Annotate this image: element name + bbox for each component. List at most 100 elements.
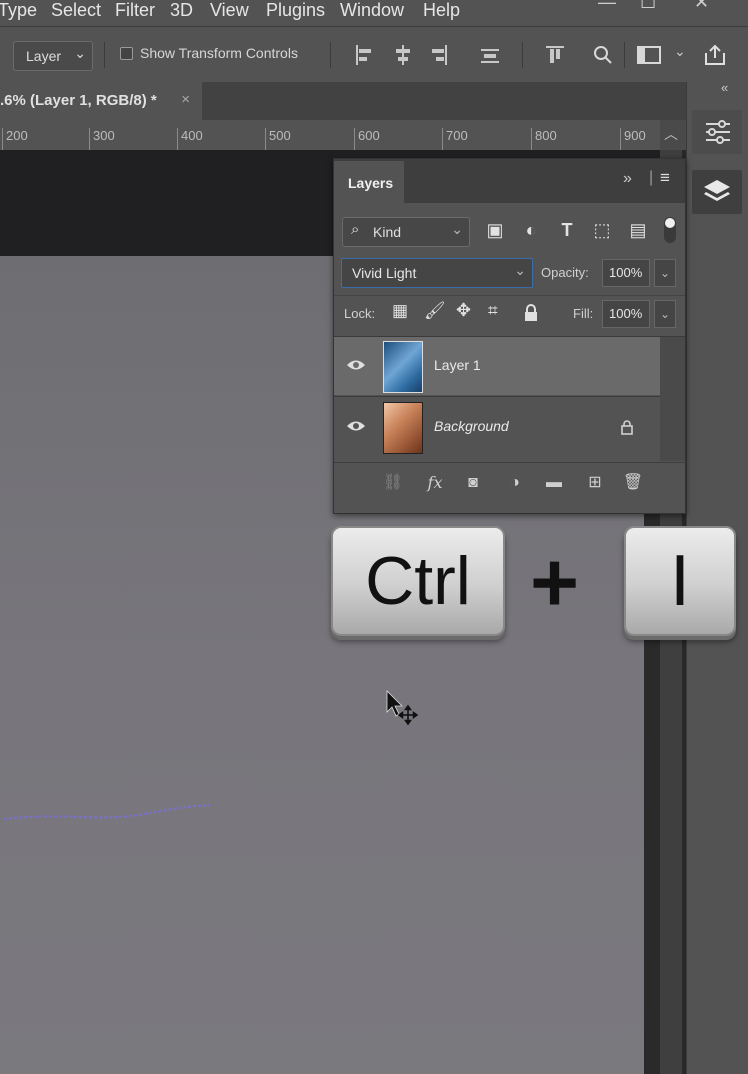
adjustments-sliders-icon [706, 120, 730, 144]
align-right-icon[interactable] [429, 43, 449, 67]
scroll-up-icon[interactable]: ︿ [664, 124, 678, 144]
ctrl-key-label: Ctrl [365, 543, 471, 619]
adjustment-filter-icon[interactable]: ◐ [520, 219, 542, 241]
close-window-icon[interactable]: ✕ [694, 0, 709, 13]
chevron-down-icon[interactable]: ⌄ [674, 43, 686, 60]
separator [330, 42, 331, 68]
expand-panel-icon[interactable]: » [623, 170, 632, 188]
ruler-tick: 900 [620, 128, 646, 150]
i-key: I [624, 526, 736, 636]
tab-layers-label: Layers [348, 175, 394, 191]
workspace-icon[interactable] [636, 43, 662, 67]
lock-all-icon[interactable] [523, 304, 539, 322]
divider [334, 396, 660, 397]
show-transform-checkbox[interactable] [120, 47, 133, 60]
layers-panel-button[interactable] [692, 170, 742, 214]
menu-window[interactable]: Window [340, 0, 404, 20]
minimize-icon[interactable]: — [598, 0, 616, 13]
distribute-icon[interactable] [480, 43, 500, 67]
menu-type[interactable]: Type [0, 0, 37, 20]
divider [334, 295, 685, 296]
document-tab-title: .6% (Layer 1, RGB/8) * [0, 92, 157, 109]
options-bar: Layer ⌄ Show Transform Controls ⌄ [0, 26, 748, 83]
lock-move-icon[interactable]: ✥ [456, 300, 471, 321]
panel-header: Layers » | ≡ [334, 159, 685, 203]
chevron-down-icon: ⌄ [74, 45, 86, 61]
filter-toggle[interactable] [664, 217, 676, 243]
auto-select-value: Layer [26, 48, 62, 64]
close-icon[interactable]: × [181, 91, 190, 108]
show-transform-label: Show Transform Controls [140, 45, 298, 61]
link-layers-icon[interactable]: ⛓ [382, 473, 404, 493]
lock-paint-brush-icon[interactable]: 🖌 [424, 301, 446, 321]
image-filter-icon[interactable]: ▣ [484, 219, 506, 241]
properties-panel-button[interactable] [692, 110, 742, 154]
layer-thumbnail [383, 402, 423, 454]
separator [624, 42, 625, 68]
smart-object-filter-icon[interactable]: ▤ [627, 219, 649, 241]
lock-artboard-icon[interactable]: ⌗ [488, 301, 498, 321]
type-filter-icon[interactable]: T [556, 219, 578, 241]
menu-filter[interactable]: Filter [115, 0, 155, 20]
menu-3d[interactable]: 3D [170, 0, 193, 20]
auto-select-dropdown[interactable]: Layer ⌄ [13, 41, 93, 71]
search-icon: ⌕ [351, 221, 360, 238]
share-icon[interactable] [702, 43, 728, 67]
separator [104, 42, 105, 68]
layer-row-layer-1[interactable]: Layer 1 [334, 337, 660, 395]
visibility-eye-icon[interactable] [346, 419, 366, 433]
visibility-eye-icon[interactable] [346, 358, 366, 372]
collapse-dock-icon[interactable]: « [721, 80, 728, 95]
fx-icon[interactable]: fx [424, 473, 446, 493]
layer-row-background[interactable]: Background [334, 398, 660, 456]
fill-dropdown[interactable]: ⌄ [654, 300, 676, 328]
filter-kind-value: Kind [373, 224, 402, 240]
trash-icon[interactable]: 🗑 [622, 473, 644, 493]
separator: | [649, 169, 654, 186]
menu-select[interactable]: Select [51, 0, 101, 20]
menu-bar: Type Select Filter 3D View Plugins Windo… [0, 0, 748, 26]
panel-menu-icon[interactable]: ≡ [660, 168, 670, 188]
ruler-tick: 300 [89, 128, 115, 150]
lock-transparent-icon[interactable]: ▦ [392, 301, 408, 321]
fill-input[interactable]: 100% [602, 300, 650, 328]
chevron-down-icon: ⌄ [514, 262, 526, 278]
new-layer-icon[interactable]: ⊞ [584, 473, 606, 493]
new-group-folder-icon[interactable]: ▬ [543, 473, 565, 493]
horizontal-ruler: 200 300 400 500 600 700 800 900 ︿ [0, 120, 678, 151]
align-center-icon[interactable] [393, 43, 413, 67]
align-left-icon[interactable] [354, 43, 374, 67]
layer-name: Layer 1 [434, 357, 481, 373]
blend-mode-dropdown[interactable]: Vivid Light ⌄ [341, 258, 533, 288]
filter-kind-dropdown[interactable]: ⌕ Kind ⌄ [342, 217, 470, 247]
chevron-down-icon: ⌄ [451, 221, 463, 237]
layer-thumbnail [383, 341, 423, 393]
add-mask-icon[interactable]: ◙ [462, 473, 484, 493]
i-key-label: I [669, 541, 690, 621]
layers-scrollbar[interactable] [660, 337, 685, 461]
menu-view[interactable]: View [210, 0, 249, 20]
fill-value: 100% [609, 306, 643, 321]
menu-help[interactable]: Help [423, 0, 460, 20]
fill-label: Fill: [573, 306, 594, 321]
document-tab[interactable]: .6% (Layer 1, RGB/8) * × [0, 82, 202, 120]
opacity-input[interactable]: 100% [602, 259, 650, 287]
new-adjustment-icon[interactable]: ◑ [504, 473, 526, 493]
maximize-icon[interactable]: ☐ [640, 0, 656, 13]
ruler-tick: 500 [265, 128, 291, 150]
separator [522, 42, 523, 68]
align-top-icon[interactable] [545, 43, 565, 67]
ctrl-key: Ctrl [331, 526, 505, 636]
blue-noise-artifact [3, 804, 211, 820]
opacity-value: 100% [609, 265, 643, 280]
menu-plugins[interactable]: Plugins [266, 0, 325, 20]
shape-filter-icon[interactable]: ⬚ [591, 219, 613, 241]
plus-sign: + [530, 535, 580, 629]
opacity-dropdown[interactable]: ⌄ [654, 259, 676, 287]
document-tab-bar: .6% (Layer 1, RGB/8) * × [0, 82, 686, 120]
move-cursor-icon [386, 690, 419, 726]
ruler-tick: 700 [442, 128, 468, 150]
tab-layers[interactable]: Layers [334, 161, 404, 203]
search-icon[interactable] [593, 43, 613, 67]
blend-mode-value: Vivid Light [352, 265, 417, 281]
